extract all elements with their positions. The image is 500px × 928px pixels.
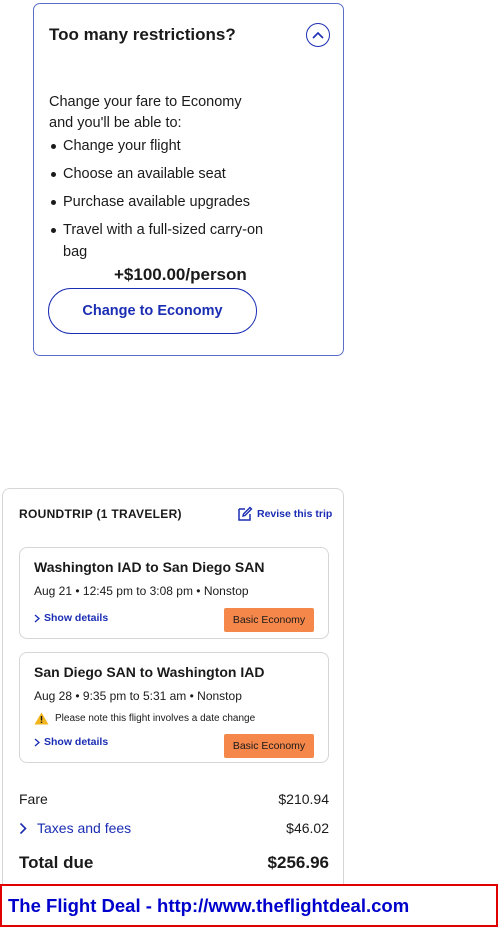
chevron-up-icon <box>312 31 324 39</box>
taxes-value: $46.02 <box>286 820 329 836</box>
benefit-item: Purchase available upgrades <box>49 191 279 213</box>
change-to-economy-button[interactable]: Change to Economy <box>48 288 257 334</box>
trip-summary-heading: ROUNDTRIP (1 TRAVELER) <box>19 507 182 521</box>
total-value: $256.96 <box>267 853 329 872</box>
taxes-and-fees-toggle[interactable]: Taxes and fees <box>19 820 131 836</box>
watermark-text: The Flight Deal - http://www.theflightde… <box>8 894 410 916</box>
flight-times: Aug 28 • 9:35 pm to 5:31 am • Nonstop <box>34 689 242 703</box>
benefit-item: Change your flight <box>49 135 279 157</box>
upgrade-price: +$100.00/person <box>114 265 247 284</box>
collapse-button[interactable] <box>306 23 330 47</box>
chevron-right-icon <box>34 614 40 622</box>
watermark-banner: The Flight Deal - http://www.theflightde… <box>0 884 498 927</box>
fare-type-badge: Basic Economy <box>224 734 314 758</box>
flight-route: San Diego SAN to Washington IAD <box>34 664 265 680</box>
chevron-right-icon <box>19 822 27 834</box>
fare-type-badge: Basic Economy <box>224 608 314 632</box>
benefit-item: Choose an available seat <box>49 163 279 185</box>
show-details-link[interactable]: Show details <box>34 612 108 624</box>
fare-label: Fare <box>19 791 48 807</box>
flight-card-outbound: Washington IAD to San Diego SAN Aug 21 •… <box>19 547 329 639</box>
taxes-row: Taxes and fees $46.02 <box>19 820 329 836</box>
taxes-label: Taxes and fees <box>37 820 132 836</box>
benefits-list: Change your flight Choose an available s… <box>49 135 279 269</box>
chevron-right-icon <box>34 738 40 746</box>
revise-trip-label: Revise this trip <box>257 508 333 520</box>
flight-times: Aug 21 • 12:45 pm to 3:08 pm • Nonstop <box>34 584 249 598</box>
show-details-label: Show details <box>44 736 109 748</box>
show-details-link[interactable]: Show details <box>34 736 108 748</box>
edit-icon <box>238 506 253 521</box>
benefit-item: Travel with a full-sized carry-on bag <box>49 219 279 263</box>
upsell-intro: Change your fare to Economy and you'll b… <box>49 94 242 131</box>
warning-text: Please note this flight involves a date … <box>55 713 256 724</box>
show-details-label: Show details <box>44 612 109 624</box>
flight-card-return: San Diego SAN to Washington IAD Aug 28 •… <box>19 652 329 763</box>
total-label: Total due <box>19 853 94 872</box>
fare-value: $210.94 <box>278 791 329 807</box>
warning-icon <box>34 712 49 725</box>
total-row: Total due $256.96 <box>19 853 329 873</box>
upsell-card: Too many restrictions? Change your fare … <box>33 3 344 356</box>
trip-summary-card: ROUNDTRIP (1 TRAVELER) Revise this trip … <box>2 488 344 888</box>
fare-row: Fare $210.94 <box>19 791 329 807</box>
date-change-warning: Please note this flight involves a date … <box>34 712 255 725</box>
upsell-title: Too many restrictions? <box>49 25 236 44</box>
flight-route: Washington IAD to San Diego SAN <box>34 559 265 575</box>
revise-trip-link[interactable]: Revise this trip <box>237 506 332 522</box>
